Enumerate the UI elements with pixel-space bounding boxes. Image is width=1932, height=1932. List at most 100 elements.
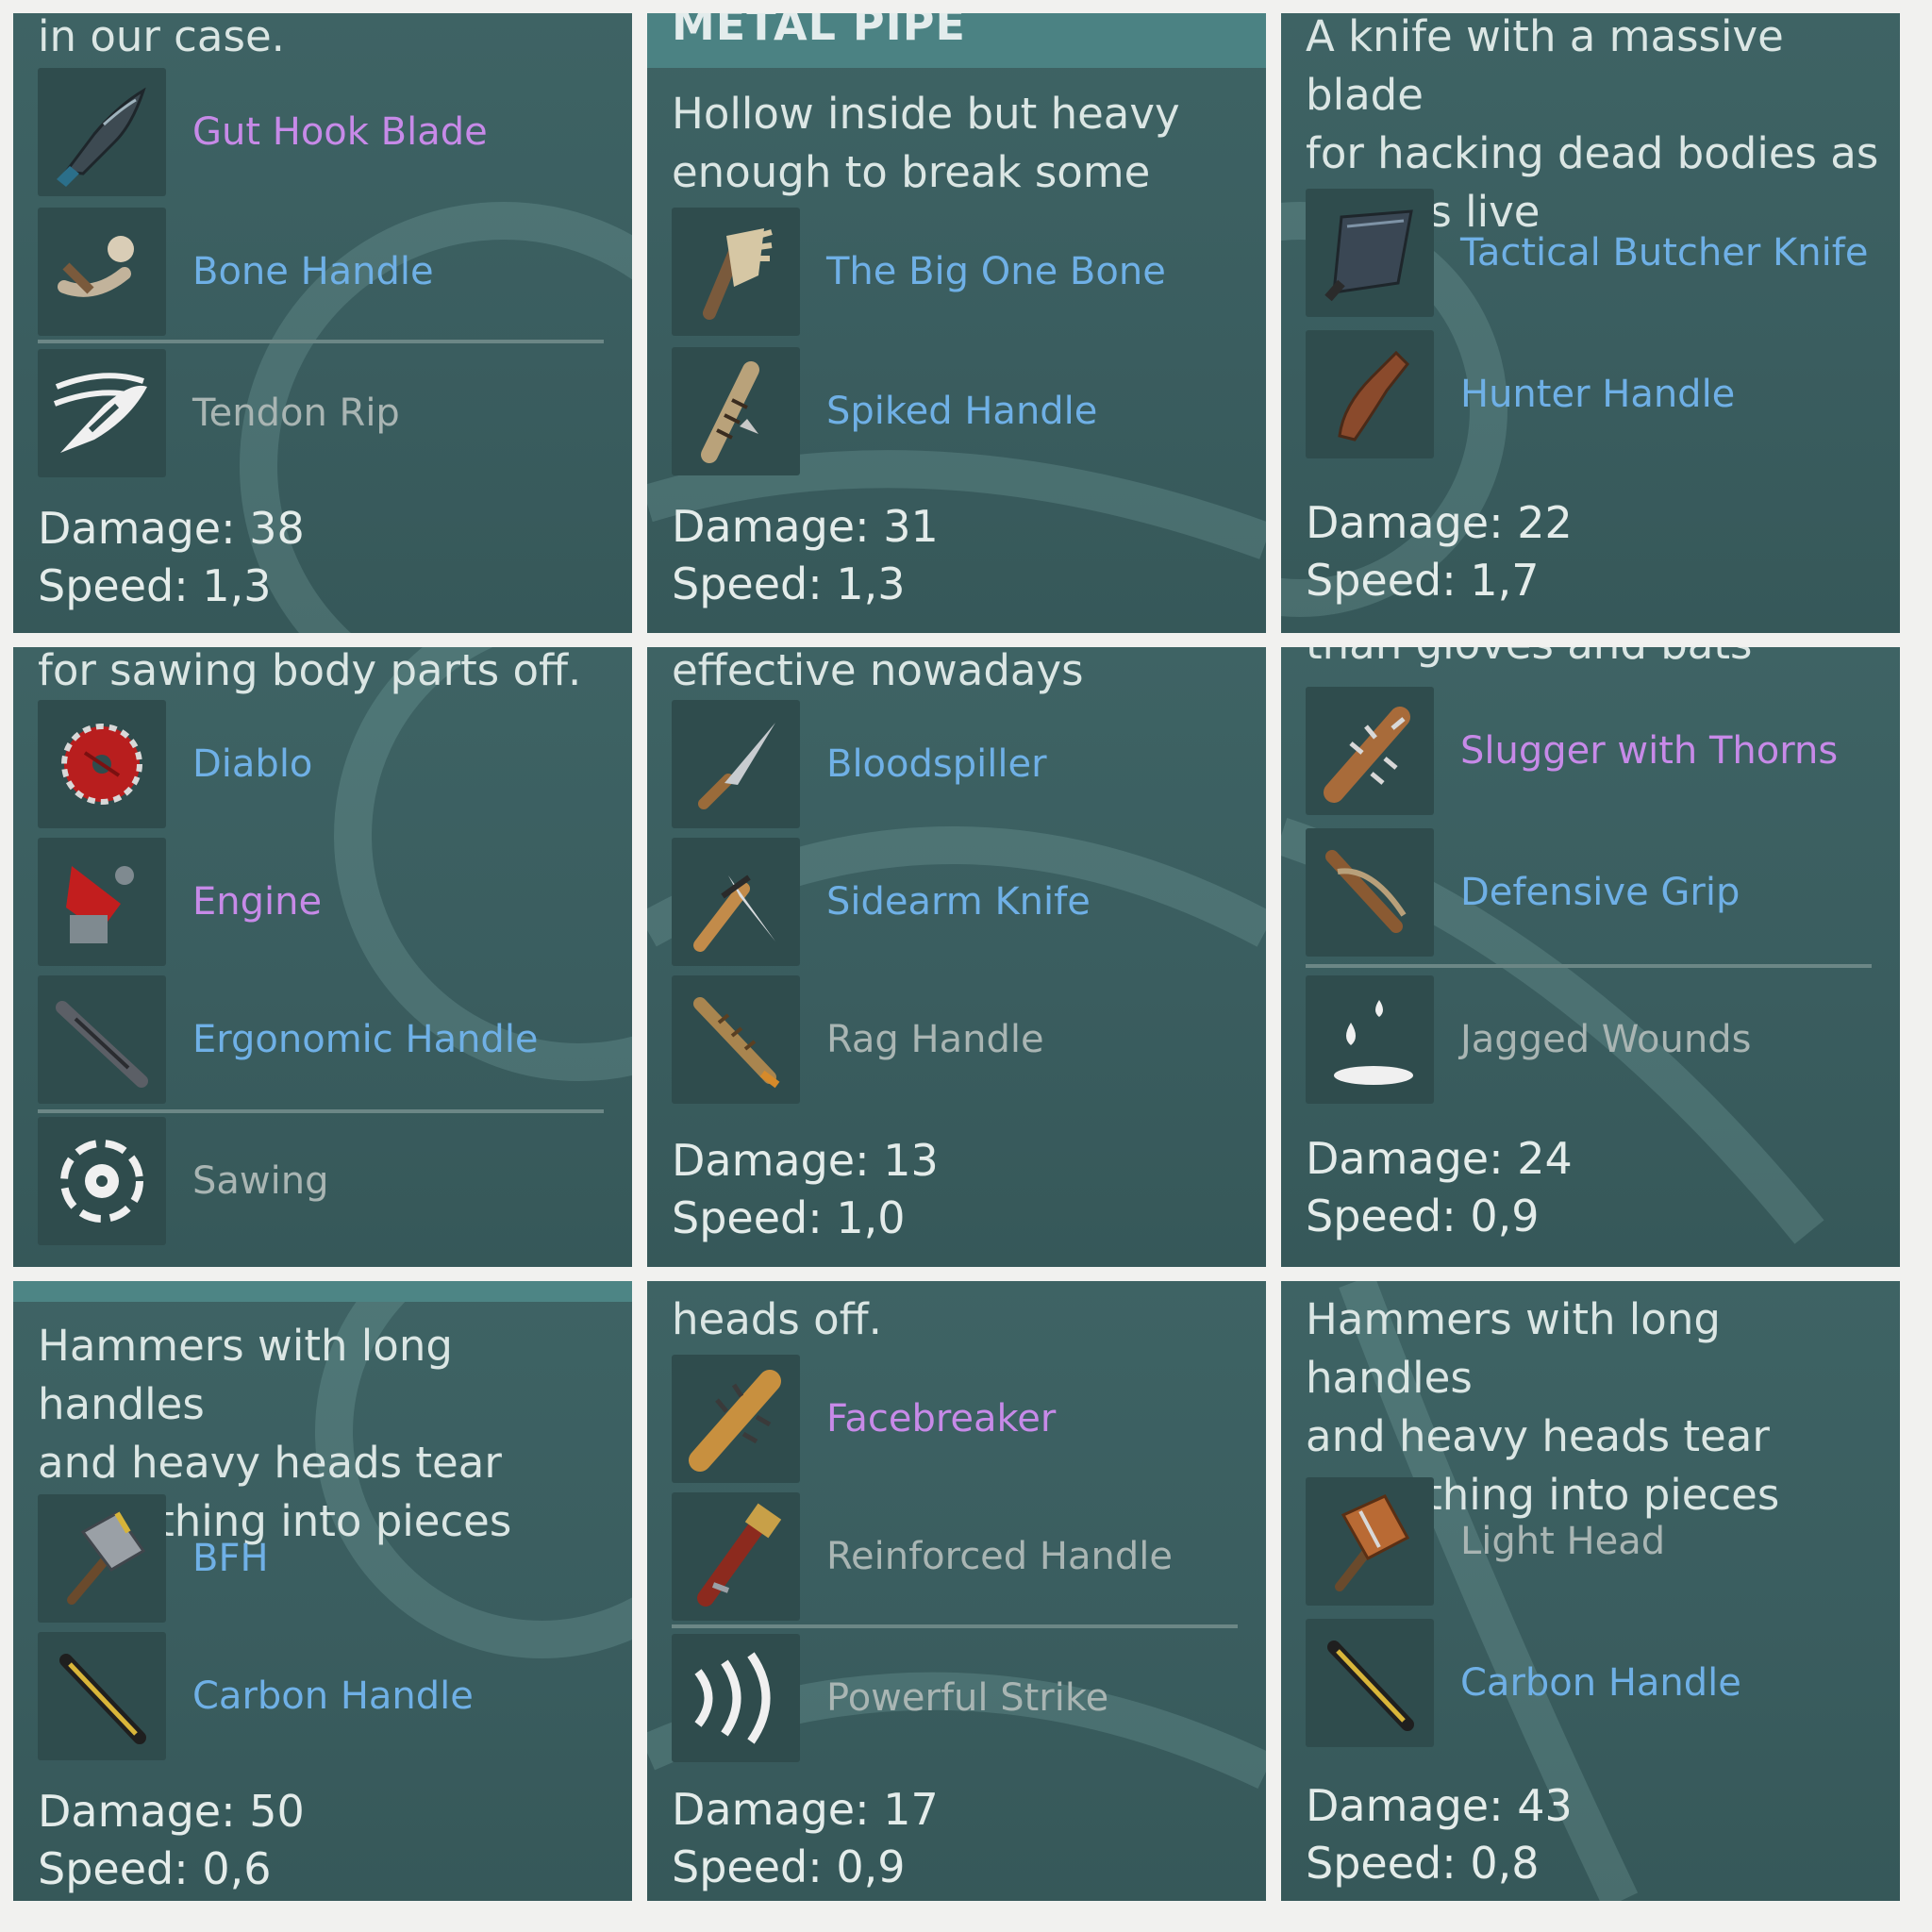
skill-row[interactable]: Tendon Rip	[38, 349, 613, 477]
gut-hook-blade-icon	[38, 68, 166, 196]
component-label: Rag Handle	[826, 1018, 1044, 1061]
weapon-stats: Damage: 17 Speed: 0,9	[672, 1781, 939, 1896]
saw-blade-icon	[38, 700, 166, 828]
weapon-description: than gloves and bats	[1306, 647, 1890, 674]
weapon-card-light-head-hammer: Hammers with long handles and heavy head…	[1281, 1281, 1900, 1901]
weapon-description: in our case.	[38, 13, 285, 61]
component-label: Bone Handle	[192, 250, 434, 293]
spiked-handle-icon	[672, 347, 800, 475]
defensive-grip-icon	[1306, 828, 1434, 957]
speed-stat: Speed: 0,9	[672, 1841, 906, 1892]
weapon-stats: Damage: 24 Speed: 0,9	[1306, 1130, 1573, 1245]
weapon-card-facebreaker: heads off. Facebreaker Reinforced Handle…	[647, 1281, 1266, 1901]
damage-stat: Damage: 43	[1306, 1780, 1573, 1831]
component-label: Light Head	[1460, 1520, 1666, 1563]
component-row[interactable]: Carbon Handle	[38, 1632, 613, 1760]
rag-handle-icon	[672, 975, 800, 1104]
component-label: Engine	[192, 880, 323, 924]
damage-stat: Damage: 31	[672, 501, 939, 552]
component-row[interactable]: Gut Hook Blade	[38, 68, 613, 196]
weapon-card-diablo: for sawing body parts off. Diablo Engine…	[13, 647, 632, 1267]
component-row[interactable]: Reinforced Handle	[672, 1492, 1247, 1621]
component-row[interactable]: Defensive Grip	[1306, 828, 1881, 957]
component-label: Reinforced Handle	[826, 1535, 1173, 1578]
jagged-wounds-icon	[1306, 975, 1434, 1104]
weapon-card-gut-hook-blade: in our case. Gut Hook Blade Bone Handle …	[13, 13, 632, 633]
component-row[interactable]: Hunter Handle	[1306, 330, 1881, 458]
component-row[interactable]: Light Head	[1306, 1477, 1881, 1606]
component-label: Slugger with Thorns	[1460, 729, 1839, 773]
speed-stat: Speed: 1,3	[38, 560, 272, 611]
weapon-card-tactical-butcher-knife: A knife with a massive blade for hacking…	[1281, 13, 1900, 633]
slugger-thorns-icon	[1306, 687, 1434, 815]
speed-stat: Speed: 0,8	[1306, 1838, 1540, 1889]
speed-stat: Speed: 0,6	[38, 1843, 272, 1894]
skill-label: Powerful Strike	[826, 1676, 1109, 1720]
component-label: BFH	[192, 1537, 269, 1580]
section-divider	[38, 340, 604, 343]
damage-stat: Damage: 22	[1306, 497, 1573, 548]
sawing-icon	[38, 1117, 166, 1245]
weapon-stats: Damage: 50 Speed: 0,6	[38, 1783, 305, 1898]
bone-handle-icon	[38, 208, 166, 336]
engine-icon	[38, 838, 166, 966]
facebreaker-icon	[672, 1355, 800, 1483]
skill-row[interactable]: Sawing	[38, 1117, 613, 1245]
component-label: The Big One Bone	[826, 250, 1166, 293]
component-label: Carbon Handle	[192, 1674, 474, 1718]
component-row[interactable]: The Big One Bone	[672, 208, 1247, 336]
damage-stat: Damage: 13	[672, 1135, 939, 1186]
component-label: Spiked Handle	[826, 390, 1098, 433]
component-row[interactable]: Sidearm Knife	[672, 838, 1247, 966]
weapon-card-metal-pipe: METAL PIPE Hollow inside but heavy enoug…	[647, 13, 1266, 633]
component-row[interactable]: BFH	[38, 1494, 613, 1623]
weapon-card-bfh: Hammers with long handles and heavy head…	[13, 1281, 632, 1901]
weapon-card-bloodspiller: effective nowadays Bloodspiller Sidearm …	[647, 647, 1266, 1267]
component-row[interactable]: Spiked Handle	[672, 347, 1247, 475]
component-label: Tactical Butcher Knife	[1460, 231, 1869, 275]
ergonomic-handle-icon	[38, 975, 166, 1104]
skill-row[interactable]: Jagged Wounds	[1306, 975, 1881, 1104]
component-label: Defensive Grip	[1460, 871, 1740, 914]
component-label: Hunter Handle	[1460, 373, 1736, 416]
section-divider	[1306, 964, 1872, 968]
component-row[interactable]: Rag Handle	[672, 975, 1247, 1104]
big-one-bone-icon	[672, 208, 800, 336]
component-label: Bloodspiller	[826, 742, 1047, 786]
speed-stat: Speed: 0,9	[1306, 1191, 1540, 1241]
weapon-card-slugger-with-thorns: than gloves and bats Slugger with Thorns…	[1281, 647, 1900, 1267]
component-row[interactable]: Tactical Butcher Knife	[1306, 189, 1881, 317]
butcher-knife-icon	[1306, 189, 1434, 317]
sidearm-knife-icon	[672, 838, 800, 966]
component-row[interactable]: Diablo	[38, 700, 613, 828]
component-label: Gut Hook Blade	[192, 110, 488, 154]
hunter-handle-icon	[1306, 330, 1434, 458]
weapon-stats: Damage: 22 Speed: 1,7	[1306, 494, 1573, 609]
component-row[interactable]: Slugger with Thorns	[1306, 687, 1881, 815]
component-row[interactable]: Bone Handle	[38, 208, 613, 336]
damage-stat: Damage: 24	[1306, 1133, 1573, 1184]
component-row[interactable]: Facebreaker	[672, 1355, 1247, 1483]
card-top-strip	[13, 1281, 632, 1302]
component-row[interactable]: Bloodspiller	[672, 700, 1247, 828]
component-label: Sidearm Knife	[826, 880, 1091, 924]
sledgehammer-icon	[38, 1494, 166, 1623]
damage-stat: Damage: 17	[672, 1784, 939, 1835]
component-row[interactable]: Ergonomic Handle	[38, 975, 613, 1104]
weapon-stats: Damage: 13 Speed: 1,0	[672, 1132, 939, 1247]
weapon-title: METAL PIPE	[647, 13, 1266, 68]
tendon-rip-icon	[38, 349, 166, 477]
skill-label: Tendon Rip	[192, 391, 400, 435]
weapon-description: effective nowadays	[672, 647, 1084, 695]
speed-stat: Speed: 1,7	[1306, 555, 1540, 606]
skill-row[interactable]: Powerful Strike	[672, 1634, 1247, 1762]
bloodspiller-icon	[672, 700, 800, 828]
section-divider	[38, 1109, 604, 1113]
speed-stat: Speed: 1,0	[672, 1192, 906, 1243]
carbon-handle-icon	[1306, 1619, 1434, 1747]
weapon-stats: Damage: 31 Speed: 1,3	[672, 498, 939, 613]
component-row[interactable]: Carbon Handle	[1306, 1619, 1881, 1747]
component-row[interactable]: Engine	[38, 838, 613, 966]
weapon-stats: Damage: 43 Speed: 0,8	[1306, 1777, 1573, 1892]
weapon-description: for sawing body parts off.	[38, 647, 582, 695]
